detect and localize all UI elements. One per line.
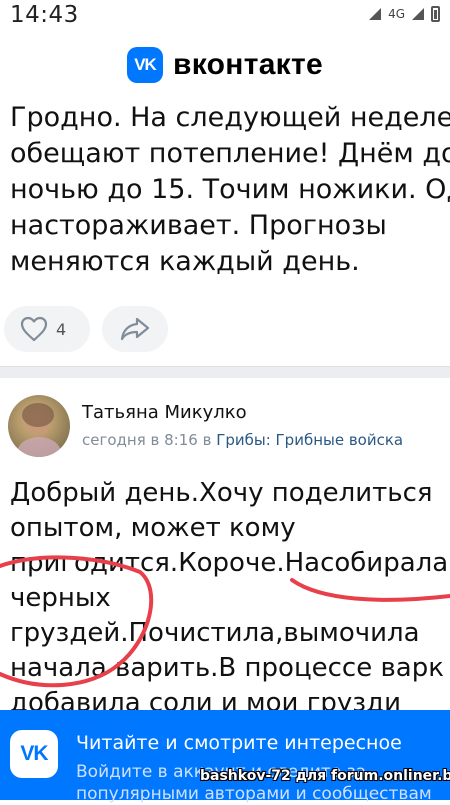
network-type: 4G	[388, 7, 405, 21]
status-time: 14:43	[10, 2, 79, 28]
post-text-line: меняются каждый день.	[10, 246, 360, 277]
like-count: 4	[56, 319, 67, 339]
status-bar: 14:43 4G	[0, 0, 450, 34]
battery-icon	[431, 6, 440, 22]
signal-icon	[369, 8, 382, 20]
banner-title: Читайте и смотрите интересное	[76, 732, 402, 754]
post-text-line: настораживает. Прогнозы	[10, 210, 387, 241]
group-link[interactable]: Грибы: Грибные войска	[216, 431, 403, 449]
post-text-line: обещают потепление! Днём до	[10, 138, 450, 169]
author-avatar[interactable]	[8, 395, 70, 457]
status-icons: 4G	[368, 6, 440, 22]
post-text-line: пригодится.Короче.Насобирала	[10, 548, 449, 578]
app-header: VK вконтакте	[0, 36, 450, 94]
post-text-line: груздей.Почистила,вымочила	[10, 618, 420, 648]
post-meta: сегодня в 8:16 в Грибы: Грибные войска	[82, 431, 403, 449]
post-text: Добрый день.Хочу поделиться опытом, може…	[10, 476, 450, 721]
post-text-line: опытом, может кому	[10, 513, 296, 543]
banner-subtitle-line: популярными авторами и сообществам	[76, 784, 432, 804]
brand-name: вконтакте	[173, 48, 323, 81]
cell-signal-icon	[412, 8, 424, 20]
post-text: Гродно. На следующей неделе обещают поте…	[10, 100, 450, 280]
post-text-line: черных	[10, 583, 111, 613]
vk-logo-icon: VK	[127, 47, 163, 83]
watermark: bashkov-72 для forum.onliner.by	[200, 768, 450, 784]
like-button[interactable]: 4	[4, 306, 90, 352]
post-text-line: начала варить.В процессе варк	[10, 653, 444, 683]
post-time: сегодня в 8:16 в	[82, 431, 212, 449]
author-name[interactable]: Татьяна Микулко	[82, 402, 247, 423]
post-text-line: Гродно. На следующей неделе	[10, 102, 450, 133]
avatar-photo	[17, 403, 61, 457]
heart-icon	[20, 316, 48, 342]
share-arrow-icon	[120, 317, 150, 341]
post-text-line: ночью до 15. Точим ножики. Од	[10, 174, 450, 205]
post-text-line: Добрый день.Хочу поделиться	[10, 478, 433, 508]
share-button[interactable]	[102, 306, 168, 352]
vk-banner-logo-icon: VK	[10, 730, 58, 778]
post-divider	[0, 366, 450, 378]
